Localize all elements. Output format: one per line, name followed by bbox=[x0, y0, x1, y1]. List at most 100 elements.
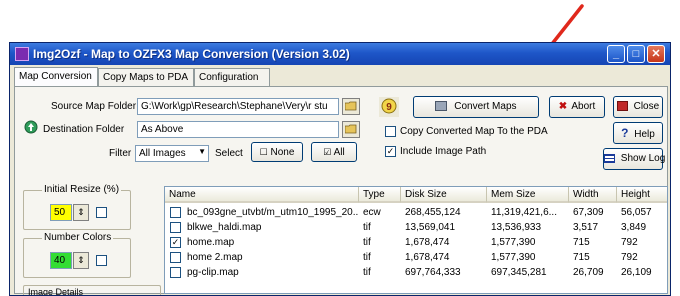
log-icon bbox=[604, 153, 615, 163]
copy-to-pda-option[interactable]: Copy Converted Map To the PDA bbox=[385, 126, 548, 137]
row-checkbox[interactable] bbox=[170, 252, 181, 263]
select-none-button[interactable]: ☐ None bbox=[251, 142, 303, 162]
column-header-mem-size[interactable]: Mem Size bbox=[487, 187, 569, 203]
table-row[interactable]: bc_093gne_utvbt/m_utm10_1995_20... ecw 268… bbox=[165, 206, 667, 220]
select-all-button[interactable]: ☑ All bbox=[311, 142, 357, 162]
destination-folder-label: Destination Folder bbox=[43, 124, 125, 135]
table-row[interactable]: blkwe_haldi.map tif 13,569,041 13,536,933 3,… bbox=[165, 221, 667, 235]
row-checkbox[interactable] bbox=[170, 267, 181, 278]
close-label: Close bbox=[633, 101, 660, 112]
cell-name: bc_093gne_utvbt/m_utm10_1995_20... bbox=[187, 207, 359, 218]
spin-icon: ⇕ bbox=[77, 207, 85, 217]
include-path-label: Include Image Path bbox=[400, 146, 487, 158]
window-title: Img2Ozf - Map to OZFX3 Map Conversion (V… bbox=[33, 47, 350, 61]
minimize-button[interactable]: _ bbox=[607, 45, 625, 63]
filter-label: Filter bbox=[109, 148, 132, 159]
tab-copy-maps-to-pda[interactable]: Copy Maps to PDA bbox=[98, 68, 194, 86]
cell-name: pg-clip.map bbox=[187, 267, 239, 278]
cell-mem-size: 11,319,421,6... bbox=[491, 207, 557, 218]
cell-disk-size: 1,678,474 bbox=[405, 252, 450, 263]
abort-label: Abort bbox=[571, 101, 596, 112]
source-folder-field[interactable]: G:\Work\gp\Research\Stephane\Very\r stu bbox=[137, 98, 339, 115]
table-row[interactable]: pg-clip.map tif 697,764,333 697,345,281 26,7… bbox=[165, 266, 667, 280]
resize-spin-button[interactable]: ⇕ bbox=[73, 204, 89, 221]
browse-destination-button[interactable] bbox=[342, 121, 360, 138]
help-icon: ? bbox=[621, 126, 629, 140]
convert-icon bbox=[435, 101, 448, 112]
tab-map-conversion[interactable]: Map Conversion bbox=[14, 67, 98, 87]
main-window: Img2Ozf - Map to OZFX3 Map Conversion (V… bbox=[9, 42, 671, 296]
exit-icon bbox=[616, 101, 628, 112]
maximize-button[interactable]: □ bbox=[627, 45, 645, 63]
source-folder-label: Source Map Folder bbox=[51, 101, 137, 112]
abort-x-icon: ✖ bbox=[558, 101, 568, 112]
none-icon: ☐ bbox=[259, 147, 268, 157]
row-checkbox[interactable] bbox=[170, 222, 181, 233]
list-header: Name Type Disk Size Mem Size Width Heigh… bbox=[165, 187, 667, 203]
browse-source-button[interactable] bbox=[342, 98, 360, 115]
show-log-label: Show Log bbox=[620, 153, 666, 164]
cell-name: home 2.map bbox=[187, 252, 243, 263]
initial-resize-field[interactable]: 50 bbox=[50, 204, 72, 221]
cell-mem-size: 13,536,933 bbox=[491, 222, 542, 233]
cell-name: blkwe_haldi.map bbox=[187, 222, 262, 233]
column-header-type[interactable]: Type bbox=[359, 187, 401, 203]
svg-text:9: 9 bbox=[386, 102, 392, 113]
include-path-checkbox[interactable]: ✓ bbox=[385, 146, 396, 157]
cell-mem-size: 1,577,390 bbox=[491, 252, 536, 263]
cell-height: 3,849 bbox=[621, 222, 647, 233]
cell-width: 715 bbox=[573, 252, 590, 263]
cell-width: 3,517 bbox=[573, 222, 599, 233]
cell-mem-size: 697,345,281 bbox=[491, 267, 547, 278]
filter-select[interactable]: All Images ▼ bbox=[135, 145, 209, 162]
title-bar[interactable]: Img2Ozf - Map to OZFX3 Map Conversion (V… bbox=[10, 43, 670, 65]
convert-maps-label: Convert Maps bbox=[454, 101, 517, 112]
arrow-up-icon bbox=[24, 120, 38, 134]
number-colors-group: Number Colors 40 ⇕ bbox=[23, 232, 131, 278]
number-colors-field[interactable]: 40 bbox=[50, 252, 72, 269]
refresh-icon: 9 bbox=[381, 98, 397, 114]
close-button[interactable]: Close bbox=[613, 96, 663, 118]
cell-height: 792 bbox=[621, 252, 638, 263]
folder-icon bbox=[344, 124, 357, 134]
help-button[interactable]: ? Help bbox=[613, 122, 663, 144]
copy-to-pda-label: Copy Converted Map To the PDA bbox=[400, 126, 548, 138]
all-icon: ☑ bbox=[323, 147, 332, 157]
abort-button[interactable]: ✖ Abort bbox=[549, 96, 605, 118]
cell-type: tif bbox=[363, 252, 371, 263]
close-window-button[interactable]: ✕ bbox=[647, 45, 665, 63]
cell-type: tif bbox=[363, 237, 371, 248]
column-header-height[interactable]: Height bbox=[617, 187, 667, 203]
select-none-label: None bbox=[270, 147, 295, 158]
row-checkbox[interactable]: ✓ bbox=[170, 237, 181, 248]
copy-to-pda-checkbox[interactable] bbox=[385, 126, 396, 137]
table-row[interactable]: home 2.map tif 1,678,474 1,577,390 715 792 bbox=[165, 251, 667, 265]
row-checkbox[interactable] bbox=[170, 207, 181, 218]
cell-type: ecw bbox=[363, 207, 381, 218]
refresh-button[interactable]: 9 bbox=[379, 97, 399, 117]
colors-spin-button[interactable]: ⇕ bbox=[73, 252, 89, 269]
convert-maps-button[interactable]: Convert Maps bbox=[413, 96, 539, 118]
help-label: Help bbox=[634, 129, 655, 140]
image-details-label: Image Details bbox=[28, 287, 84, 296]
cell-height: 792 bbox=[621, 237, 638, 248]
cell-mem-size: 1,577,390 bbox=[491, 237, 536, 248]
table-row[interactable]: ✓ home.map tif 1,678,474 1,577,390 715 792 bbox=[165, 236, 667, 250]
column-header-width[interactable]: Width bbox=[569, 187, 617, 203]
column-header-name[interactable]: Name bbox=[165, 187, 359, 203]
cell-width: 26,709 bbox=[573, 267, 604, 278]
resize-enable-checkbox[interactable] bbox=[96, 207, 107, 218]
cell-disk-size: 13,569,041 bbox=[405, 222, 456, 233]
show-log-button[interactable]: Show Log bbox=[603, 148, 666, 170]
cell-width: 67,309 bbox=[573, 207, 604, 218]
app-icon bbox=[15, 47, 29, 61]
tab-configuration[interactable]: Configuration bbox=[194, 68, 270, 86]
filter-value: All Images bbox=[139, 148, 186, 159]
folder-icon bbox=[344, 101, 357, 111]
column-header-disk-size[interactable]: Disk Size bbox=[401, 187, 487, 203]
destination-folder-field[interactable]: As Above bbox=[137, 121, 339, 138]
destination-nav-button[interactable] bbox=[23, 120, 39, 136]
map-file-list[interactable]: Name Type Disk Size Mem Size Width Heigh… bbox=[164, 186, 668, 294]
include-path-option[interactable]: ✓ Include Image Path bbox=[385, 146, 486, 157]
colors-enable-checkbox[interactable] bbox=[96, 255, 107, 266]
